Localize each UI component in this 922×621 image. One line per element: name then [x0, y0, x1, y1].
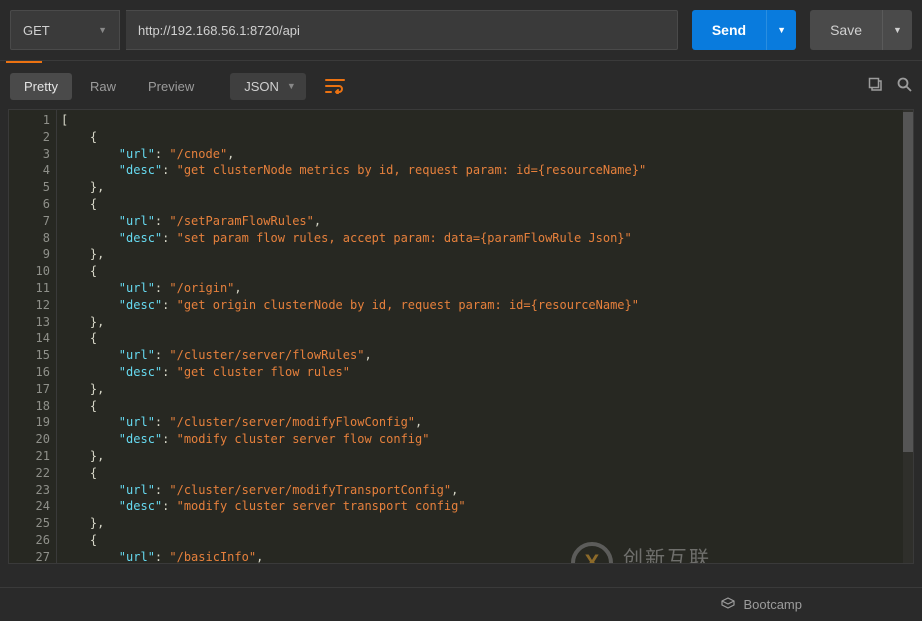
scrollbar-thumb[interactable]: [903, 112, 913, 452]
save-button-group: Save ▼: [802, 10, 912, 50]
code-line: {: [61, 196, 913, 213]
chevron-down-icon: ▼: [287, 81, 296, 91]
bootcamp-icon: [721, 597, 735, 612]
status-bar: Bootcamp: [0, 587, 922, 621]
code-line: {: [61, 330, 913, 347]
code-line: },: [61, 515, 913, 532]
code-line: "desc": "get clusterNode metrics by id, …: [61, 162, 913, 179]
code-line: "desc": "get origin clusterNode by id, r…: [61, 297, 913, 314]
request-bar: GET ▼ Send ▼ Save ▼: [0, 0, 922, 61]
line-gutter: 1234567891011121314151617181920212223242…: [9, 110, 57, 563]
code-line: "url": "/basicInfo",: [61, 549, 913, 564]
code-line: "desc": "modify cluster server flow conf…: [61, 431, 913, 448]
url-input[interactable]: [126, 10, 678, 50]
save-dropdown[interactable]: ▼: [882, 10, 912, 50]
code-line: },: [61, 381, 913, 398]
tab-raw[interactable]: Raw: [76, 73, 130, 100]
response-actions: [868, 77, 912, 96]
code-line: {: [61, 398, 913, 415]
wrap-lines-icon[interactable]: [318, 71, 352, 101]
code-line: "desc": "get cluster flow rules": [61, 364, 913, 381]
code-line: {: [61, 465, 913, 482]
format-select[interactable]: JSON ▼: [230, 73, 306, 100]
code-line: "url": "/origin",: [61, 280, 913, 297]
code-line: {: [61, 263, 913, 280]
save-button[interactable]: Save: [810, 10, 882, 50]
code-area[interactable]: [ { "url": "/cnode", "desc": "get cluste…: [57, 110, 913, 563]
search-icon[interactable]: [897, 77, 912, 96]
code-line: "url": "/cluster/server/modifyFlowConfig…: [61, 414, 913, 431]
code-line: "url": "/cluster/server/flowRules",: [61, 347, 913, 364]
code-line: },: [61, 448, 913, 465]
code-line: "url": "/cluster/server/modifyTransportC…: [61, 482, 913, 499]
code-line: {: [61, 129, 913, 146]
tab-pretty[interactable]: Pretty: [10, 73, 72, 100]
code-line: },: [61, 179, 913, 196]
http-method-select[interactable]: GET ▼: [10, 10, 120, 50]
send-dropdown[interactable]: ▼: [766, 10, 796, 50]
http-method-value: GET: [23, 23, 50, 38]
copy-icon[interactable]: [868, 77, 883, 96]
code-line: {: [61, 532, 913, 549]
code-line: "url": "/setParamFlowRules",: [61, 213, 913, 230]
bootcamp-link[interactable]: Bootcamp: [743, 597, 802, 612]
code-line: "url": "/cnode",: [61, 146, 913, 163]
code-line: [: [61, 112, 913, 129]
response-body: 1234567891011121314151617181920212223242…: [8, 109, 914, 564]
send-button[interactable]: Send: [692, 10, 766, 50]
code-line: "desc": "set param flow rules, accept pa…: [61, 230, 913, 247]
code-line: },: [61, 246, 913, 263]
tab-preview[interactable]: Preview: [134, 73, 208, 100]
code-line: },: [61, 314, 913, 331]
scrollbar-track[interactable]: [903, 110, 913, 563]
format-value: JSON: [244, 79, 279, 94]
code-line: "desc": "modify cluster server transport…: [61, 498, 913, 515]
response-tabs: Pretty Raw Preview JSON ▼: [0, 63, 922, 109]
chevron-down-icon: ▼: [98, 25, 107, 35]
send-button-group: Send ▼: [692, 10, 796, 50]
